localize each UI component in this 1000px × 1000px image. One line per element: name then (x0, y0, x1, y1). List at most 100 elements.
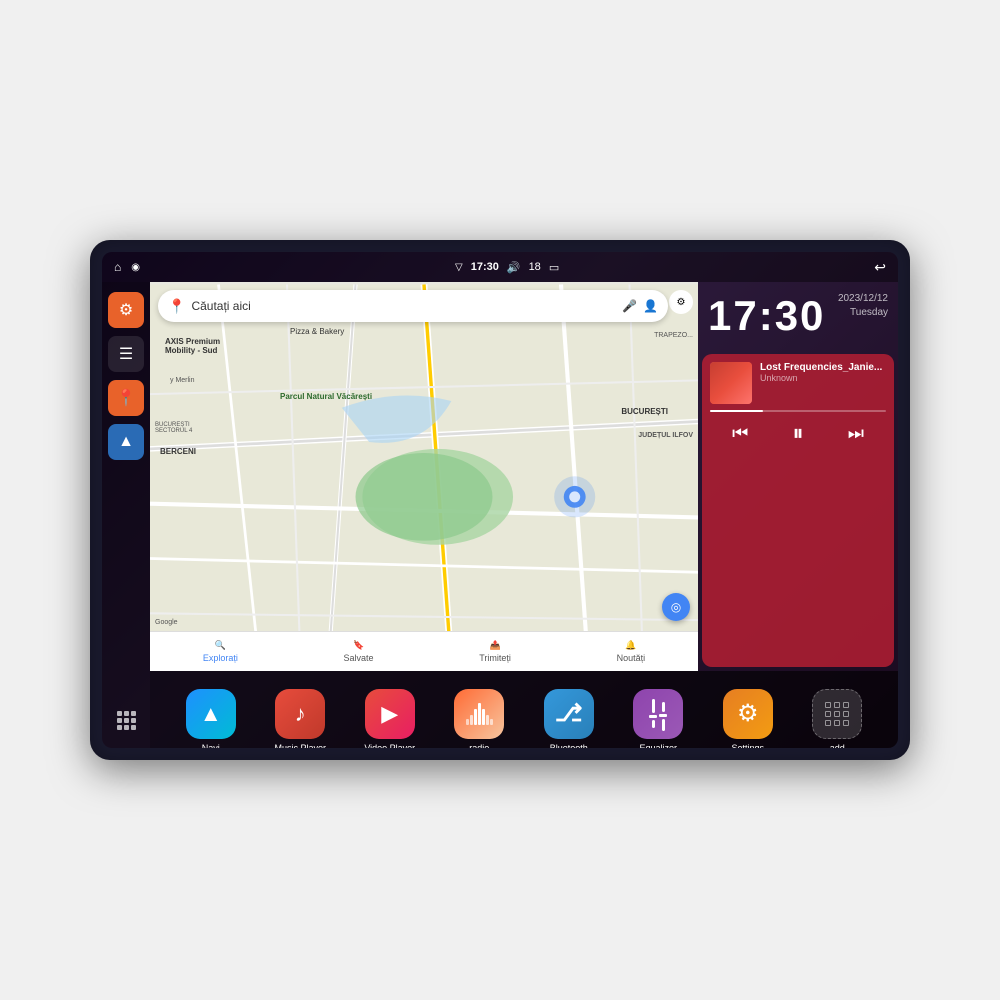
settings-icon: ⚙ (723, 689, 773, 739)
clock-time: 17:30 (708, 292, 825, 340)
app-settings[interactable]: ⚙ Settings (718, 689, 778, 748)
sidebar-settings[interactable]: ⚙ (108, 292, 144, 328)
status-left: ⌂ ◉ (114, 260, 140, 274)
video-player-icon: ▶ (365, 689, 415, 739)
volume-icon: 🔊 (507, 261, 521, 274)
send-icon: 📤 (489, 640, 500, 651)
status-bar: ⌂ ◉ ▽ 17:30 🔊 18 ▭ ↩ (102, 252, 898, 282)
map-status-icon[interactable]: ◉ (131, 262, 140, 273)
news-icon: 🔔 (625, 640, 636, 651)
add-icon (812, 689, 862, 739)
status-right: ↩ (874, 259, 886, 276)
map-settings-btn[interactable]: ⚙ (669, 290, 693, 314)
wifi-icon: ▽ (455, 262, 463, 273)
map-tab-saved[interactable]: 🔖 Salvate (344, 640, 374, 663)
map-bottom-bar: 🔍 Explorați 🔖 Salvate 📤 Trimiteți (150, 631, 698, 671)
app-video-player[interactable]: ▶ Video Player (360, 689, 420, 748)
navi-symbol: ▲ (200, 701, 222, 727)
video-player-label: Video Player (364, 743, 415, 748)
sidebar-navigate[interactable]: ▲ (108, 424, 144, 460)
explore-icon: 🔍 (215, 640, 226, 651)
news-label: Noutăți (617, 653, 646, 663)
map-label-trapez: TRAPEZO... (654, 332, 693, 339)
saved-label: Salvate (344, 653, 374, 663)
app-music-player[interactable]: ♪ Music Player (270, 689, 330, 748)
video-symbol: ▶ (381, 701, 398, 727)
apps-grid-button[interactable] (108, 702, 144, 738)
device: ⌂ ◉ ▽ 17:30 🔊 18 ▭ ↩ ⚙ ☰ (90, 240, 910, 760)
music-controls: ⏮ ⏸ ⏭ (710, 416, 886, 450)
sidebar-files[interactable]: ☰ (108, 336, 144, 372)
next-button[interactable]: ⏭ (844, 419, 868, 448)
bt-symbol: ⎇ (555, 699, 583, 728)
map-tab-explore[interactable]: 🔍 Explorați (203, 640, 238, 663)
mic-icon[interactable]: 🎤 (622, 299, 637, 313)
back-icon[interactable]: ↩ (874, 259, 886, 276)
battery-level: 18 (529, 261, 541, 273)
navigate-icon: ▲ (118, 433, 134, 451)
status-time: 17:30 (471, 261, 499, 273)
apps-dots (117, 711, 136, 730)
prev-button[interactable]: ⏮ (728, 419, 752, 448)
track-info: Lost Frequencies_Janie... Unknown (760, 362, 886, 383)
radio-label: radio (469, 743, 489, 748)
screen: ⌂ ◉ ▽ 17:30 🔊 18 ▭ ↩ ⚙ ☰ (102, 252, 898, 748)
map-panel[interactable]: AXIS PremiumMobility - Sud Pizza & Baker… (150, 282, 698, 671)
map-search-bar[interactable]: 📍 Căutați aici 🎤 👤 (158, 290, 668, 322)
music-player-icon: ♪ (275, 689, 325, 739)
navi-label: Navi (202, 743, 220, 748)
files-icon: ☰ (119, 344, 133, 364)
app-grid: ▲ Navi ♪ Music Player ▶ (150, 671, 898, 748)
google-maps-icon: 📍 (168, 298, 185, 315)
map-svg (150, 282, 698, 671)
music-widget: Lost Frequencies_Janie... Unknown ⏮ ⏸ ⏭ (702, 354, 894, 667)
clock-date: 2023/12/12 Tuesday (838, 292, 888, 320)
settings-label: Settings (731, 743, 764, 748)
map-tab-send[interactable]: 📤 Trimiteți (479, 640, 511, 663)
top-panels: AXIS PremiumMobility - Sud Pizza & Baker… (150, 282, 898, 671)
map-tab-news[interactable]: 🔔 Noutăți (617, 640, 646, 663)
battery-icon: ▭ (549, 261, 559, 274)
music-track-info: Lost Frequencies_Janie... Unknown (710, 362, 886, 404)
pause-button[interactable]: ⏸ (788, 416, 807, 450)
location-icon: 📍 (116, 388, 136, 408)
equalizer-icon (633, 689, 683, 739)
status-center: ▽ 17:30 🔊 18 ▭ (455, 261, 559, 274)
settings-icon: ⚙ (119, 300, 133, 320)
map-label-axis: AXIS PremiumMobility - Sud (165, 337, 220, 355)
map-label-buc: BUCUREȘTI (621, 407, 668, 416)
add-label: add (830, 743, 845, 748)
music-player-label: Music Player (274, 743, 326, 748)
sidebar: ⚙ ☰ 📍 ▲ (102, 282, 150, 748)
track-name: Lost Frequencies_Janie... (760, 362, 886, 373)
progress-fill (710, 410, 763, 412)
home-icon[interactable]: ⌂ (114, 260, 121, 274)
saved-icon: 🔖 (353, 640, 364, 651)
track-artist: Unknown (760, 373, 886, 383)
sidebar-bottom (108, 702, 144, 738)
sidebar-location[interactable]: 📍 (108, 380, 144, 416)
account-icon[interactable]: 👤 (643, 299, 658, 313)
app-navi[interactable]: ▲ Navi (181, 689, 241, 748)
progress-bar[interactable] (710, 410, 886, 412)
location-fab[interactable]: ◎ (662, 593, 690, 621)
settings-symbol: ⚙ (737, 699, 759, 728)
app-equalizer[interactable]: Equalizer (628, 689, 688, 748)
navi-icon: ▲ (186, 689, 236, 739)
map-search-text[interactable]: Căutați aici (191, 299, 616, 313)
map-label-parc: Parcul Natural Văcărești (280, 392, 372, 401)
app-bluetooth[interactable]: ⎇ Bluetooth (539, 689, 599, 748)
map-label-pizza: Pizza & Bakery (290, 327, 344, 336)
clock-section: 17:30 2023/12/12 Tuesday (698, 282, 898, 350)
radio-icon (454, 689, 504, 739)
map-label-berceni: BERCENI (160, 447, 196, 456)
equalizer-label: Equalizer (639, 743, 677, 748)
bluetooth-icon: ⎇ (544, 689, 594, 739)
map-label-google: Google (155, 619, 178, 626)
right-panel: 17:30 2023/12/12 Tuesday (698, 282, 898, 671)
center-content: AXIS PremiumMobility - Sud Pizza & Baker… (150, 282, 898, 748)
explore-label: Explorați (203, 653, 238, 663)
app-add[interactable]: add (807, 689, 867, 748)
app-radio[interactable]: radio (449, 689, 509, 748)
send-label: Trimiteți (479, 653, 511, 663)
